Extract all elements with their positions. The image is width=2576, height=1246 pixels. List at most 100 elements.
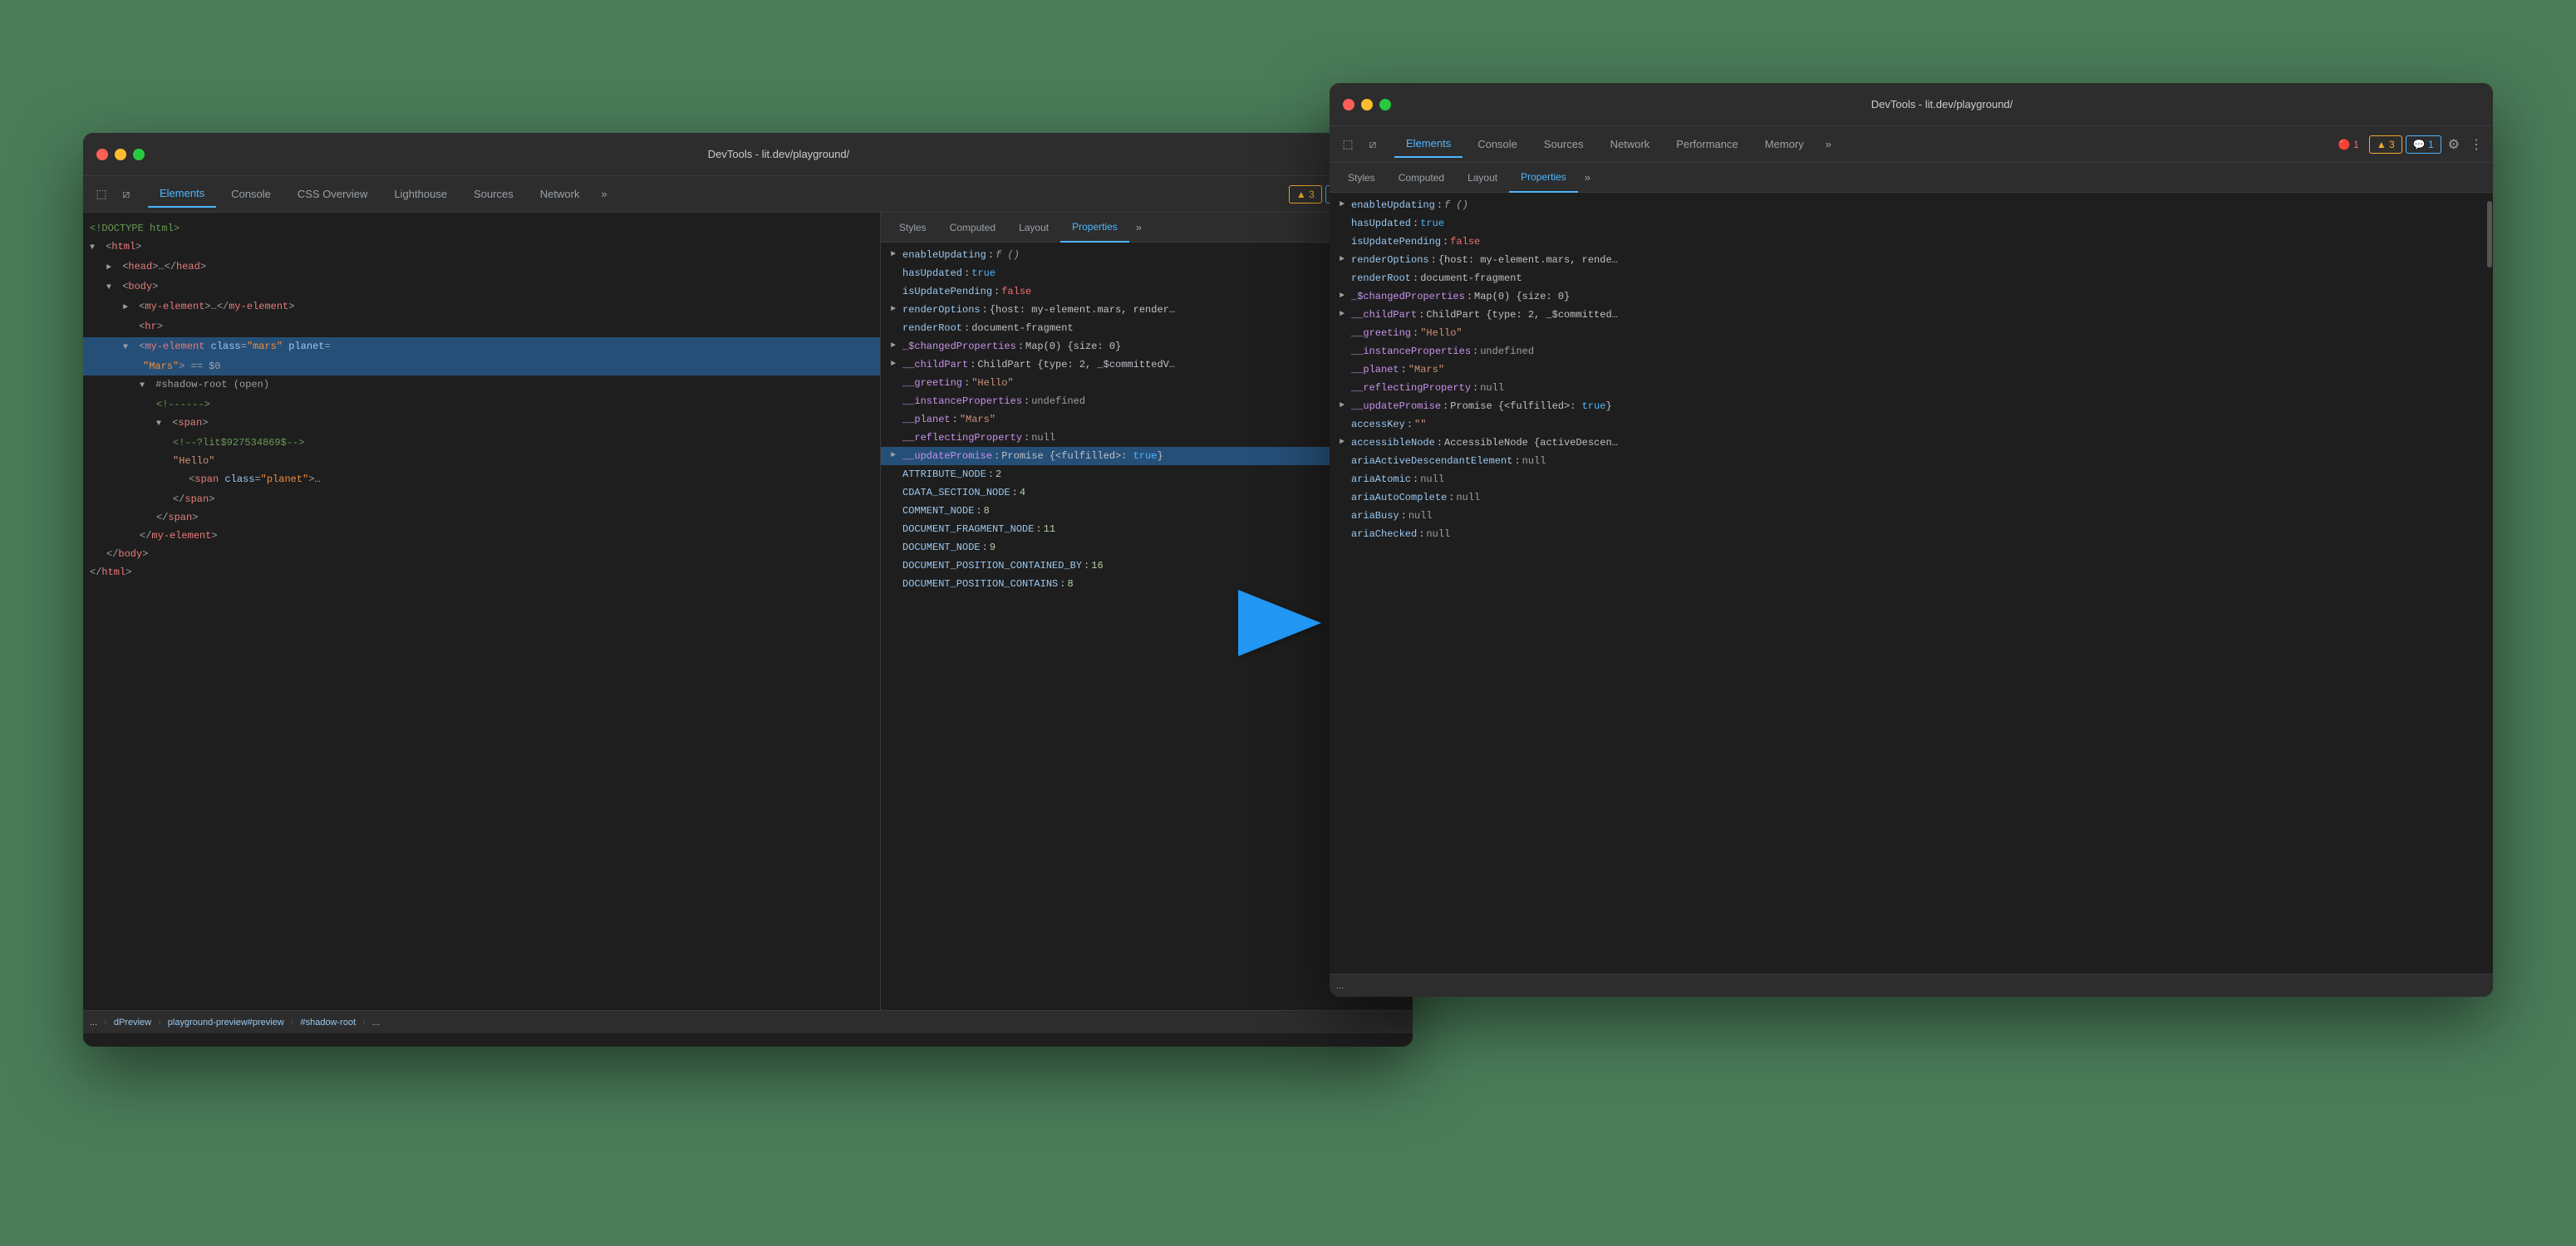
expand-icon[interactable]: ► (891, 338, 902, 355)
prop-enableUpdating-front[interactable]: ► enableUpdating : f () (1330, 196, 2486, 214)
prop-ariaActiveDescendant-front[interactable]: ► ariaActiveDescendantElement : null (1330, 452, 2486, 470)
tab-sources-front[interactable]: Sources (1532, 131, 1595, 158)
dom-line-close-span1: </span> (83, 490, 880, 508)
tab-sources-back[interactable]: Sources (462, 181, 525, 208)
tab-elements-front[interactable]: Elements (1394, 131, 1463, 158)
head-expand[interactable]: ► (106, 260, 116, 277)
breadcrumb-dpreview[interactable]: dPreview (114, 1018, 151, 1028)
tab-console-front[interactable]: Console (1466, 131, 1529, 158)
breadcrumb-dots[interactable]: ... (90, 1018, 97, 1028)
dom-line-my-element2[interactable]: ▼ <my-element class="mars" planet= (83, 337, 880, 357)
expand-icon[interactable]: ► (1340, 288, 1351, 305)
dom-line-close-my-element: </my-element> (83, 527, 880, 545)
props-content-front[interactable]: ► enableUpdating : f () ► hasUpdated : t… (1330, 193, 2486, 974)
inspect-icon[interactable]: ⬚ (90, 183, 113, 206)
traffic-lights-front (1343, 99, 1391, 110)
prop-ariaBusy-front[interactable]: ► ariaBusy : null (1330, 507, 2486, 525)
dom-line-shadow-root: ▼ #shadow-root (open) (83, 375, 880, 395)
expand-icon[interactable]: ► (1340, 252, 1351, 268)
dom-tree-back[interactable]: <!DOCTYPE html> ▼ <html> ► <head>…</head… (83, 213, 880, 1010)
body-expand[interactable]: ▼ (106, 280, 116, 297)
expand-icon[interactable]: ► (1340, 307, 1351, 323)
dom-line-span: ▼ <span> (83, 414, 880, 434)
tab-network-front[interactable]: Network (1599, 131, 1662, 158)
sub-toolbar-front: Styles Computed Layout Properties » (1330, 163, 2493, 193)
my-element2-expand[interactable]: ▼ (123, 340, 133, 356)
tab-lighthouse-back[interactable]: Lighthouse (382, 181, 459, 208)
prop-accessibleNode-front[interactable]: ► accessibleNode : AccessibleNode {activ… (1330, 434, 2486, 452)
dom-line-span-planet: ► <span class="planet">… (83, 470, 880, 490)
expand-icon[interactable]: ► (891, 448, 902, 464)
tab-memory-front[interactable]: Memory (1753, 131, 1816, 158)
tab-performance-front[interactable]: Performance (1664, 131, 1749, 158)
prop-renderOptions-front[interactable]: ► renderOptions : {host: my-element.mars… (1330, 251, 2486, 269)
expand-icon[interactable]: ► (891, 356, 902, 373)
tab-network-back[interactable]: Network (528, 181, 592, 208)
expand-icon[interactable]: ► (891, 247, 902, 263)
prop-updatePromise-front[interactable]: ► __updatePromise : Promise {<fulfilled>… (1330, 397, 2486, 415)
shadow-root-expand[interactable]: ▼ (140, 378, 150, 395)
traffic-light-yellow[interactable] (115, 149, 126, 160)
window-title-front: DevTools - lit.dev/playground/ (1404, 98, 2480, 110)
more-tabs-front[interactable]: » (1819, 135, 1838, 154)
prop-ariaAutoComplete-front[interactable]: ► ariaAutoComplete : null (1330, 488, 2486, 507)
prop-ariaChecked-front[interactable]: ► ariaChecked : null (1330, 525, 2486, 543)
sub-more-back[interactable]: » (1129, 218, 1148, 237)
arrow-right (1238, 590, 1321, 656)
traffic-light-yellow-front[interactable] (1361, 99, 1373, 110)
sub-tab-styles-back[interactable]: Styles (887, 213, 938, 243)
prop-childPart-front[interactable]: ► __childPart : ChildPart {type: 2, _$co… (1330, 306, 2486, 324)
sub-tab-computed-front[interactable]: Computed (1387, 163, 1456, 193)
prop-ariaAtomic-front[interactable]: ► ariaAtomic : null (1330, 470, 2486, 488)
settings-icon-front[interactable]: ⚙ (2445, 133, 2463, 156)
traffic-light-red-front[interactable] (1343, 99, 1354, 110)
prop-renderRoot-front[interactable]: ► renderRoot : document-fragment (1330, 269, 2486, 287)
traffic-light-green-front[interactable] (1379, 99, 1391, 110)
device-icon-front[interactable]: ⧄ (1361, 133, 1384, 156)
prop-accessKey-front[interactable]: ► accessKey : "" (1330, 415, 2486, 434)
prop-changedProperties-front[interactable]: ► _$changedProperties : Map(0) {size: 0} (1330, 287, 2486, 306)
sub-tab-layout-front[interactable]: Layout (1456, 163, 1509, 193)
bottom-info-front: ... (1336, 981, 1344, 991)
my-element1-expand[interactable]: ► (123, 300, 133, 316)
expand-icon[interactable]: ► (1340, 434, 1351, 451)
expand-icon[interactable]: ► (1340, 197, 1351, 213)
more-icon-front[interactable]: ⋮ (2466, 133, 2486, 156)
html-expand[interactable]: ▼ (90, 240, 100, 257)
sub-tab-properties-back[interactable]: Properties (1060, 213, 1129, 243)
sub-tab-layout-back[interactable]: Layout (1007, 213, 1060, 243)
warning-badge-front: ▲ 3 (2369, 135, 2402, 154)
breadcrumb-shadow[interactable]: #shadow-root (300, 1018, 356, 1028)
expand-icon[interactable]: ► (1340, 398, 1351, 415)
tab-css-overview-back[interactable]: CSS Overview (286, 181, 380, 208)
breadcrumb-end[interactable]: ... (372, 1018, 380, 1028)
prop-instanceProperties-front[interactable]: ► __instanceProperties : undefined (1330, 342, 2486, 361)
bottom-bar-back: ... › dPreview › playground-preview#prev… (83, 1010, 1413, 1033)
prop-planet-front[interactable]: ► __planet : "Mars" (1330, 361, 2486, 379)
prop-isUpdatePending-front[interactable]: ► isUpdatePending : false (1330, 233, 2486, 251)
sub-tab-computed-back[interactable]: Computed (938, 213, 1007, 243)
scrollbar-front[interactable] (2486, 193, 2493, 974)
traffic-light-red[interactable] (96, 149, 108, 160)
inspect-icon-front[interactable]: ⬚ (1336, 133, 1359, 156)
prop-greeting-front[interactable]: ► __greeting : "Hello" (1330, 324, 2486, 342)
expand-icon[interactable]: ► (891, 302, 902, 318)
toolbar-icons-back: ⬚ ⧄ (90, 183, 138, 206)
bottom-bar-front: ... (1330, 974, 2493, 997)
prop-reflectingProperty-front[interactable]: ► __reflectingProperty : null (1330, 379, 2486, 397)
sub-more-front[interactable]: » (1578, 168, 1597, 187)
main-content-front: Styles Computed Layout Properties » ► en… (1330, 163, 2493, 974)
tab-console-back[interactable]: Console (219, 181, 283, 208)
traffic-light-green[interactable] (133, 149, 145, 160)
more-tabs-back[interactable]: » (594, 184, 613, 204)
span-expand[interactable]: ▼ (156, 416, 166, 433)
tab-elements-back[interactable]: Elements (148, 181, 216, 208)
props-scroll-area-front: ► enableUpdating : f () ► hasUpdated : t… (1330, 193, 2493, 974)
device-icon[interactable]: ⧄ (115, 183, 138, 206)
scrollbar-thumb-front[interactable] (2487, 201, 2492, 267)
prop-hasUpdated-front[interactable]: ► hasUpdated : true (1330, 214, 2486, 233)
breadcrumb-preview[interactable]: playground-preview#preview (168, 1018, 284, 1028)
sub-tab-properties-front[interactable]: Properties (1509, 163, 1578, 193)
dom-line-comment-lit: <!--?lit$927534869$--> (83, 434, 880, 452)
sub-tab-styles-front[interactable]: Styles (1336, 163, 1387, 193)
